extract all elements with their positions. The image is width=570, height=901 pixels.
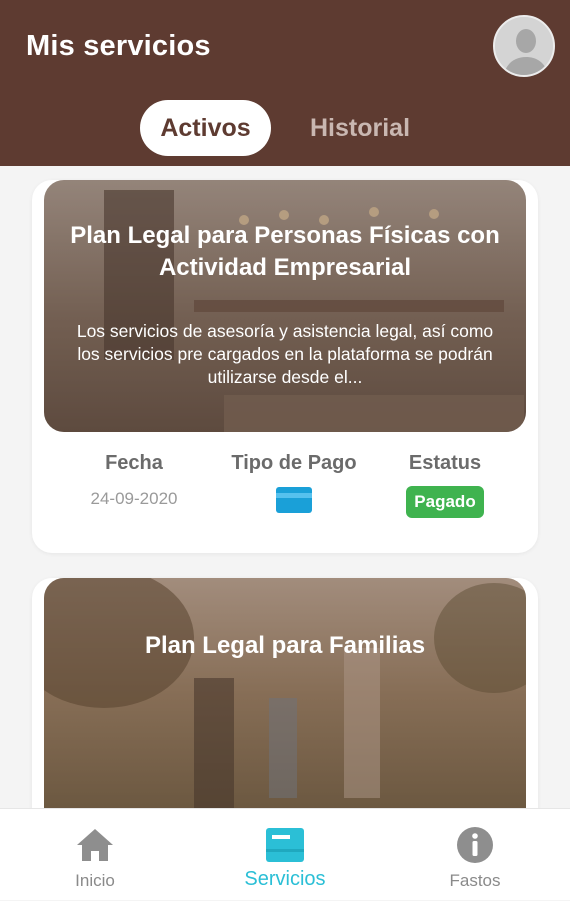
home-icon: [77, 829, 113, 861]
service-card[interactable]: Plan Legal para Personas Físicas con Act…: [32, 180, 538, 553]
tab-activos[interactable]: Activos: [140, 100, 271, 156]
status-label: Estatus: [408, 452, 482, 474]
app-header: Mis servicios Activos Historial: [0, 0, 570, 166]
nav-item-inicio[interactable]: Inicio: [20, 809, 170, 901]
nav-item-servicios[interactable]: Servicios: [210, 809, 360, 901]
payment-type-label: Tipo de Pago: [231, 452, 357, 474]
services-icon: [266, 828, 304, 862]
date-label: Fecha: [105, 452, 163, 474]
card-title: Plan Legal para Personas Físicas con Act…: [70, 222, 500, 281]
image-overlay: [44, 578, 526, 808]
nav-label: Inicio: [75, 871, 115, 890]
date-column: Fecha 24-09-2020: [76, 452, 192, 509]
user-silhouette-icon: [495, 17, 553, 75]
bottom-navigation: Inicio Servicios Fastos: [0, 808, 570, 900]
date-value: 24-09-2020: [90, 489, 178, 508]
card-description: Los servicios de asesoría y asistencia l…: [76, 321, 494, 387]
nav-label: Fastos: [449, 871, 501, 890]
nav-item-fastos[interactable]: Fastos: [400, 809, 550, 901]
services-list: Plan Legal para Personas Físicas con Act…: [0, 166, 570, 808]
page-title: Mis servicios: [26, 30, 211, 62]
user-avatar-icon[interactable]: [493, 15, 555, 77]
service-card[interactable]: Plan Legal para Familias: [32, 578, 538, 808]
image-overlay: [44, 180, 526, 432]
status-badge: Pagado: [406, 486, 484, 518]
tab-historial[interactable]: Historial: [295, 100, 425, 156]
info-icon: [457, 827, 493, 863]
card-title: Plan Legal para Familias: [144, 632, 426, 659]
tab-bar: Activos Historial: [0, 100, 570, 156]
service-card-image: Plan Legal para Personas Físicas con Act…: [44, 180, 526, 432]
nav-label: Servicios: [244, 868, 326, 890]
payment-type-column: Tipo de Pago: [218, 452, 370, 518]
status-column: Estatus Pagado: [390, 452, 500, 518]
credit-card-icon: [276, 487, 312, 518]
service-card-image: Plan Legal para Familias: [44, 578, 526, 808]
